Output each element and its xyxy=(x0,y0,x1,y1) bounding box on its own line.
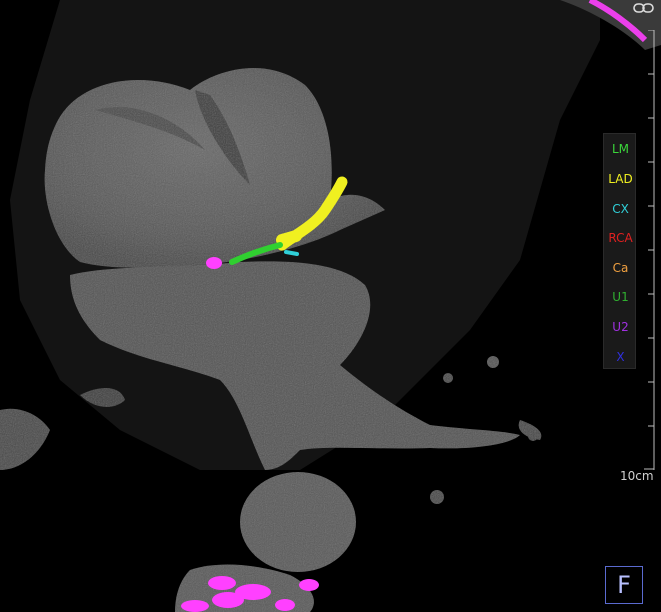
scale-label: 10cm xyxy=(620,469,654,483)
calcium-overlay-aorta xyxy=(206,257,222,269)
segmentation-legend: LM LAD CX RCA Ca U1 U2 X xyxy=(603,133,636,369)
legend-item-x[interactable]: X xyxy=(604,349,637,365)
legend-item-rca[interactable]: RCA xyxy=(604,230,637,246)
legend-item-lm[interactable]: LM xyxy=(604,141,637,157)
ct-axial-image xyxy=(0,0,661,612)
link-icon[interactable] xyxy=(633,0,655,14)
legend-item-ca[interactable]: Ca xyxy=(604,260,637,276)
ct-viewport[interactable]: 10cm LM LAD CX RCA Ca U1 U2 X F xyxy=(0,0,661,612)
legend-item-cx[interactable]: CX xyxy=(604,201,637,217)
orientation-letter: F xyxy=(617,571,631,599)
legend-item-u2[interactable]: U2 xyxy=(604,319,637,335)
legend-item-u1[interactable]: U1 xyxy=(604,289,637,305)
cx-overlay xyxy=(284,250,299,256)
descending-aorta xyxy=(240,472,356,572)
pulmonary-vessel-left xyxy=(0,408,50,470)
orientation-marker[interactable]: F xyxy=(605,566,643,604)
legend-item-lad[interactable]: LAD xyxy=(604,171,637,187)
